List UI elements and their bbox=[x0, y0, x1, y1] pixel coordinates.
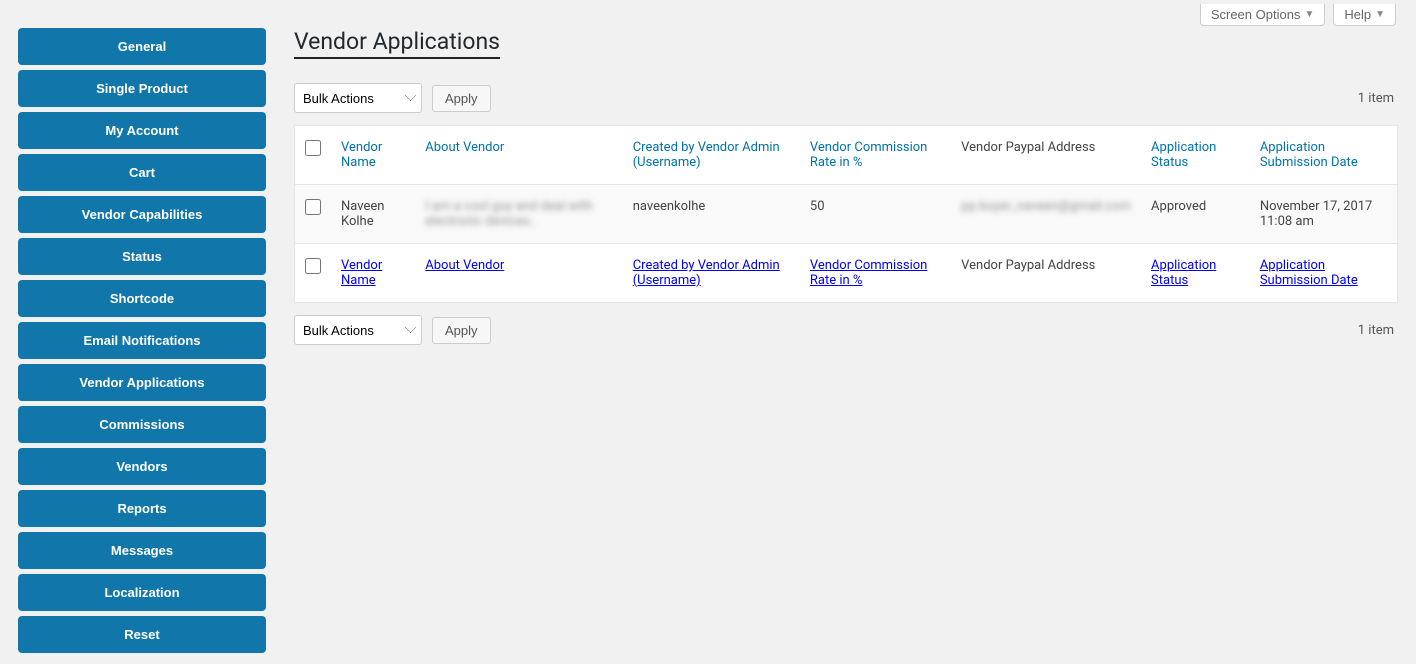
bulk-actions-select-top[interactable]: Bulk Actions bbox=[294, 83, 422, 113]
cell-created-by: naveenkolhe bbox=[623, 185, 800, 243]
cell-paypal: pp.buyer_naveen@gmail.com bbox=[951, 185, 1141, 243]
applications-table: Vendor Name About Vendor Created by Vend… bbox=[294, 125, 1398, 303]
screen-options-label: Screen Options bbox=[1211, 7, 1301, 22]
apply-button-top[interactable]: Apply bbox=[432, 85, 491, 112]
cell-submission-date: November 17, 2017 11:08 am bbox=[1250, 185, 1397, 243]
sidebar: General Single Product My Account Cart V… bbox=[18, 28, 266, 658]
col-created-by-foot[interactable]: Created by Vendor Admin (Username) bbox=[623, 243, 800, 302]
screen-options-button[interactable]: Screen Options ▼ bbox=[1200, 4, 1326, 26]
col-about-vendor-foot[interactable]: About Vendor bbox=[415, 243, 622, 302]
col-submission-date[interactable]: Application Submission Date bbox=[1250, 126, 1397, 185]
sidebar-item-vendor-applications[interactable]: Vendor Applications bbox=[18, 364, 266, 401]
sidebar-item-localization[interactable]: Localization bbox=[18, 574, 266, 611]
sidebar-item-my-account[interactable]: My Account bbox=[18, 112, 266, 149]
page-title: Vendor Applications bbox=[294, 28, 500, 59]
col-submission-date-foot[interactable]: Application Submission Date bbox=[1250, 243, 1397, 302]
col-vendor-name[interactable]: Vendor Name bbox=[331, 126, 415, 185]
col-paypal: Vendor Paypal Address bbox=[951, 126, 1141, 185]
sidebar-item-reports[interactable]: Reports bbox=[18, 490, 266, 527]
sidebar-item-cart[interactable]: Cart bbox=[18, 154, 266, 191]
cell-vendor-name: Naveen Kolhe bbox=[331, 185, 415, 243]
sidebar-item-commissions[interactable]: Commissions bbox=[18, 406, 266, 443]
sidebar-item-email-notifications[interactable]: Email Notifications bbox=[18, 322, 266, 359]
sidebar-item-shortcode[interactable]: Shortcode bbox=[18, 280, 266, 317]
chevron-down-icon: ▼ bbox=[1304, 9, 1314, 20]
bottom-toolbar: Bulk Actions Apply 1 item bbox=[294, 315, 1398, 345]
table-row: Naveen Kolhe I am a cool guy and deal wi… bbox=[295, 185, 1397, 243]
main-content: Vendor Applications Bulk Actions Apply 1… bbox=[294, 28, 1398, 658]
select-all-checkbox-top[interactable] bbox=[305, 140, 321, 156]
col-commission-foot[interactable]: Vendor Commission Rate in % bbox=[800, 243, 951, 302]
bulk-actions-select-bottom[interactable]: Bulk Actions bbox=[294, 315, 422, 345]
chevron-down-icon: ▼ bbox=[1375, 9, 1385, 20]
sidebar-item-messages[interactable]: Messages bbox=[18, 532, 266, 569]
help-button[interactable]: Help ▼ bbox=[1333, 4, 1396, 26]
select-all-checkbox-bottom[interactable] bbox=[305, 258, 321, 274]
col-created-by[interactable]: Created by Vendor Admin (Username) bbox=[623, 126, 800, 185]
col-commission[interactable]: Vendor Commission Rate in % bbox=[800, 126, 951, 185]
apply-button-bottom[interactable]: Apply bbox=[432, 317, 491, 344]
sidebar-item-general[interactable]: General bbox=[18, 28, 266, 65]
cell-about-vendor: I am a cool guy and deal with electronic… bbox=[415, 185, 622, 243]
sidebar-item-reset[interactable]: Reset bbox=[18, 616, 266, 653]
item-count-bottom: 1 item bbox=[1358, 323, 1398, 338]
col-vendor-name-foot[interactable]: Vendor Name bbox=[331, 243, 415, 302]
help-label: Help bbox=[1344, 7, 1371, 22]
sidebar-item-single-product[interactable]: Single Product bbox=[18, 70, 266, 107]
row-checkbox[interactable] bbox=[305, 199, 321, 215]
col-status[interactable]: Application Status bbox=[1141, 126, 1250, 185]
sidebar-item-vendors[interactable]: Vendors bbox=[18, 448, 266, 485]
item-count-top: 1 item bbox=[1358, 91, 1398, 106]
col-paypal-foot: Vendor Paypal Address bbox=[951, 243, 1141, 302]
col-about-vendor[interactable]: About Vendor bbox=[415, 126, 622, 185]
cell-status: Approved bbox=[1141, 185, 1250, 243]
col-status-foot[interactable]: Application Status bbox=[1141, 243, 1250, 302]
top-toolbar: Bulk Actions Apply 1 item bbox=[294, 83, 1398, 113]
sidebar-item-status[interactable]: Status bbox=[18, 238, 266, 275]
cell-commission: 50 bbox=[800, 185, 951, 243]
sidebar-item-vendor-capabilities[interactable]: Vendor Capabilities bbox=[18, 196, 266, 233]
